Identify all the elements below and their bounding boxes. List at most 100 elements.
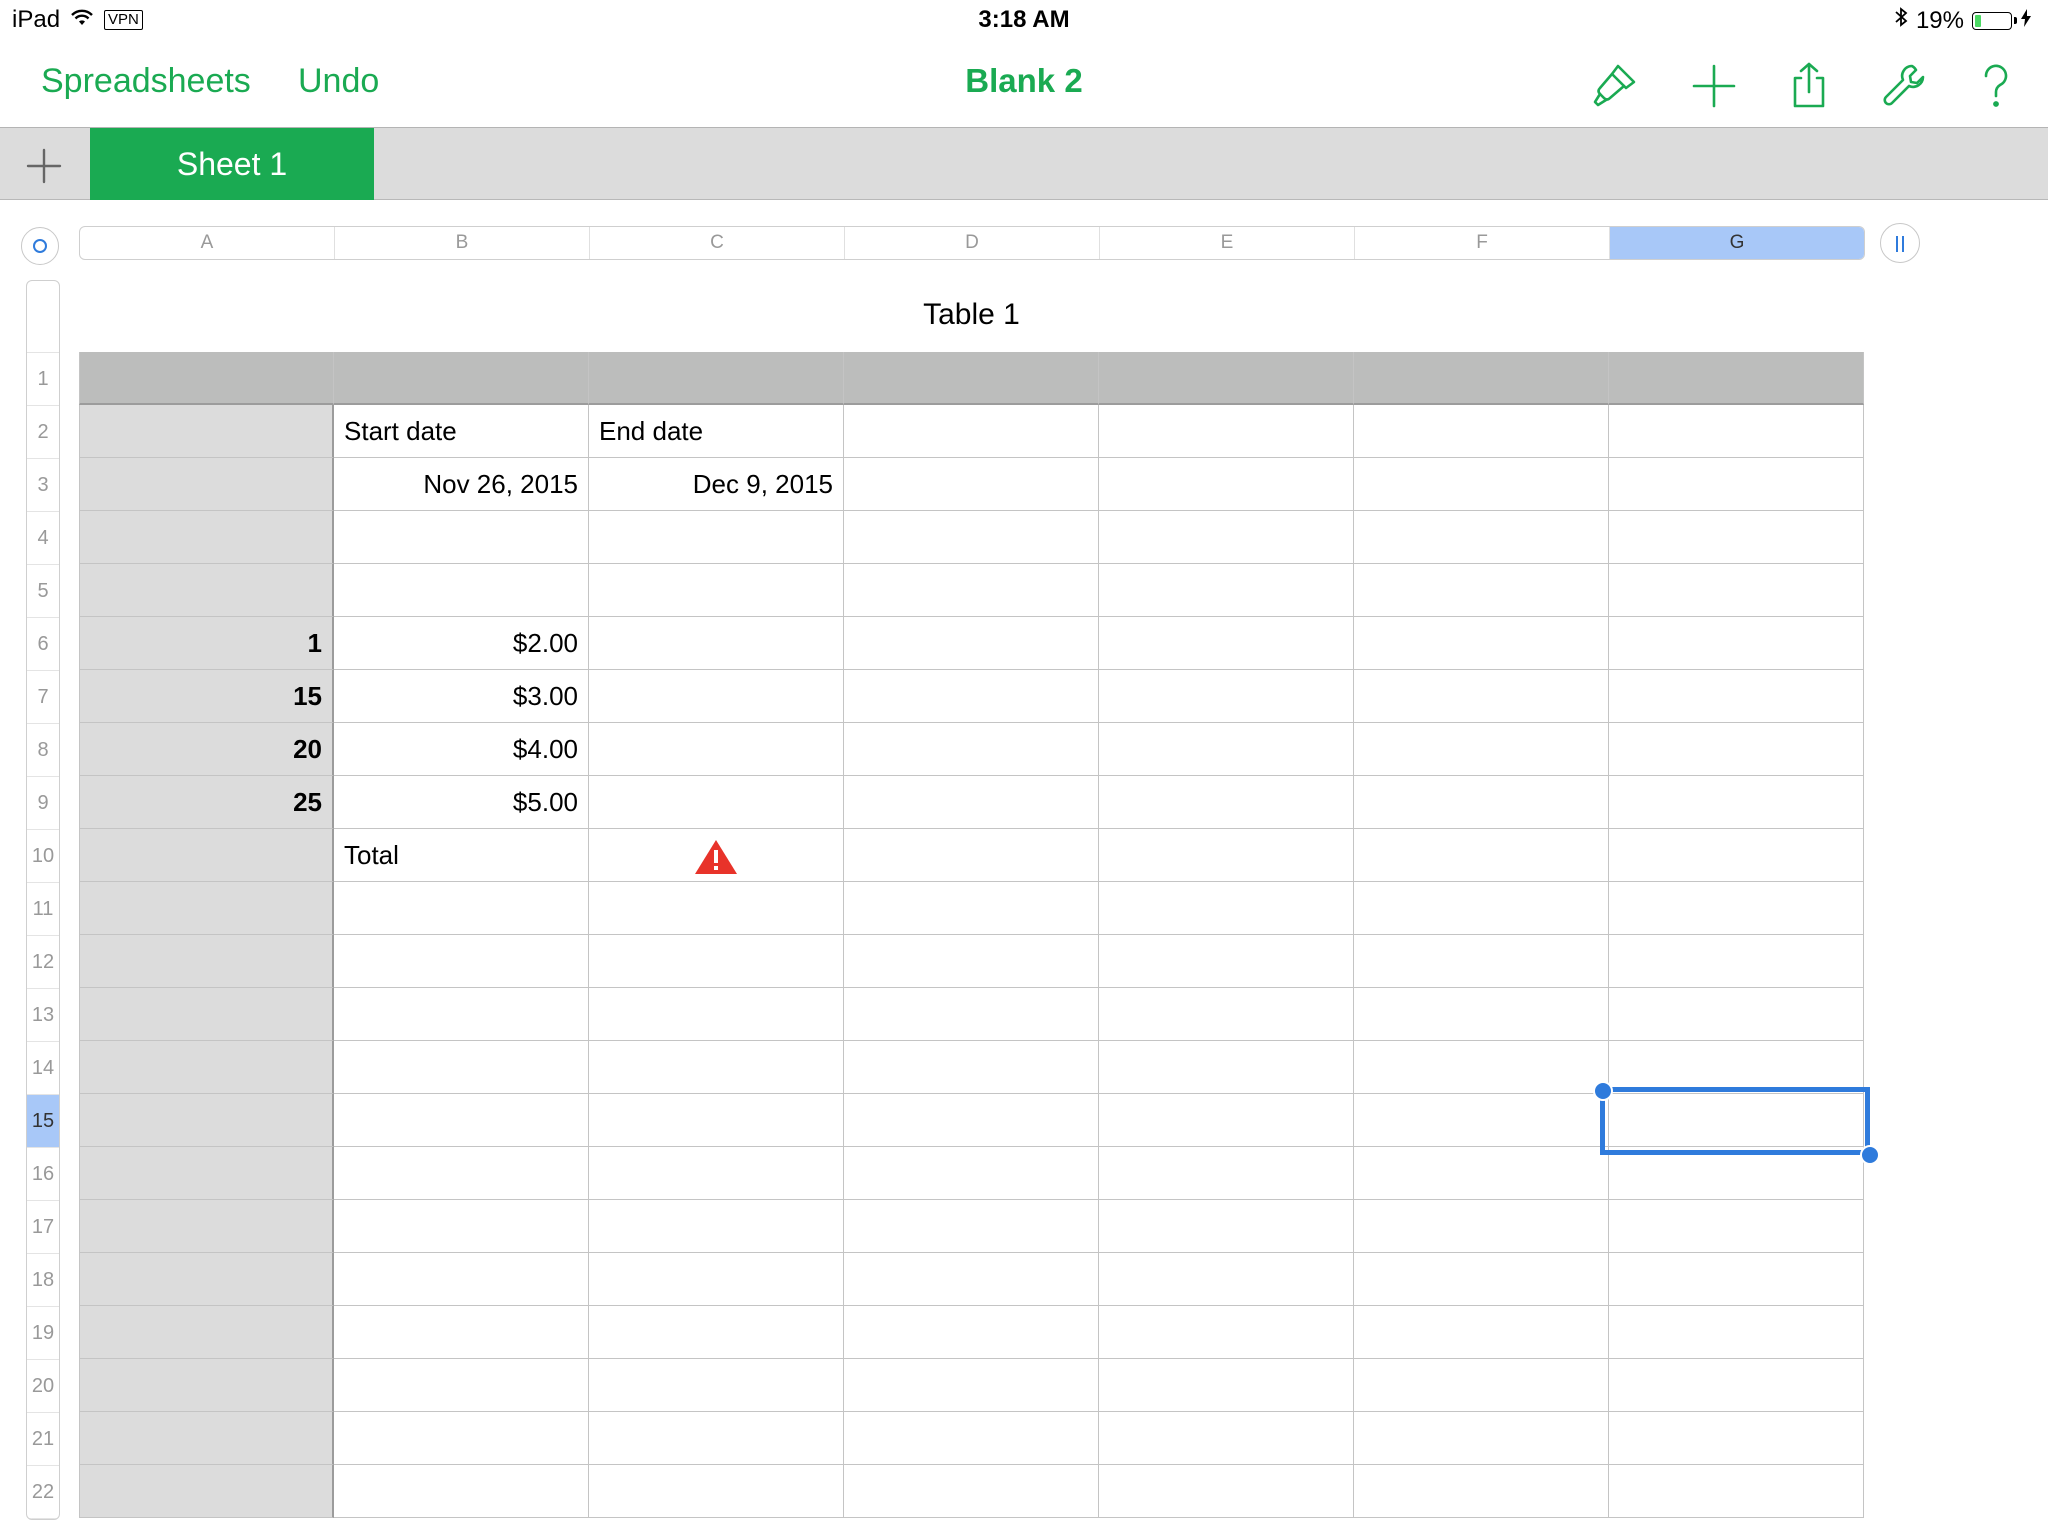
cell-e7[interactable] xyxy=(1099,670,1354,723)
row-header-22[interactable]: 22 xyxy=(27,1466,59,1519)
cell-d10[interactable] xyxy=(844,829,1099,882)
cell-d3[interactable] xyxy=(844,458,1099,511)
cell-g12[interactable] xyxy=(1609,935,1864,988)
cell-b15[interactable] xyxy=(334,1094,589,1147)
cell-c11[interactable] xyxy=(589,882,844,935)
cell-g7[interactable] xyxy=(1609,670,1864,723)
cell-f6[interactable] xyxy=(1354,617,1609,670)
cell-e20[interactable] xyxy=(1099,1359,1354,1412)
cell-c15[interactable] xyxy=(589,1094,844,1147)
cell-e19[interactable] xyxy=(1099,1306,1354,1359)
cell-f19[interactable] xyxy=(1354,1306,1609,1359)
cell-c22[interactable] xyxy=(589,1465,844,1518)
cell-c9[interactable] xyxy=(589,776,844,829)
cell-f5[interactable] xyxy=(1354,564,1609,617)
cell-c18[interactable] xyxy=(589,1253,844,1306)
cell-b10[interactable]: Total xyxy=(334,829,589,882)
cell-a16[interactable] xyxy=(79,1147,334,1200)
cell-g19[interactable] xyxy=(1609,1306,1864,1359)
cell-f11[interactable] xyxy=(1354,882,1609,935)
row-header-12[interactable]: 12 xyxy=(27,936,59,989)
row-header-7[interactable]: 7 xyxy=(27,671,59,724)
cell-d21[interactable] xyxy=(844,1412,1099,1465)
cell-e10[interactable] xyxy=(1099,829,1354,882)
cell-f10[interactable] xyxy=(1354,829,1609,882)
row-header-6[interactable]: 6 xyxy=(27,618,59,671)
cell-b6[interactable]: $2.00 xyxy=(334,617,589,670)
cell-f1[interactable] xyxy=(1354,352,1609,405)
cell-d6[interactable] xyxy=(844,617,1099,670)
cell-d12[interactable] xyxy=(844,935,1099,988)
cell-f18[interactable] xyxy=(1354,1253,1609,1306)
row-header-14[interactable]: 14 xyxy=(27,1042,59,1095)
cell-e3[interactable] xyxy=(1099,458,1354,511)
cell-b12[interactable] xyxy=(334,935,589,988)
cell-f21[interactable] xyxy=(1354,1412,1609,1465)
cell-e13[interactable] xyxy=(1099,988,1354,1041)
cell-c12[interactable] xyxy=(589,935,844,988)
column-resize-handle[interactable] xyxy=(1880,223,1920,263)
add-sheet-icon[interactable] xyxy=(22,144,66,188)
cell-a14[interactable] xyxy=(79,1041,334,1094)
cell-a2[interactable] xyxy=(79,405,334,458)
cell-c1[interactable] xyxy=(589,352,844,405)
cell-e6[interactable] xyxy=(1099,617,1354,670)
cell-g2[interactable] xyxy=(1609,405,1864,458)
cell-e16[interactable] xyxy=(1099,1147,1354,1200)
cell-g9[interactable] xyxy=(1609,776,1864,829)
cell-a12[interactable] xyxy=(79,935,334,988)
cell-e11[interactable] xyxy=(1099,882,1354,935)
cell-b4[interactable] xyxy=(334,511,589,564)
cell-d17[interactable] xyxy=(844,1200,1099,1253)
cell-g20[interactable] xyxy=(1609,1359,1864,1412)
paintbrush-icon[interactable] xyxy=(1588,60,1640,112)
cell-b11[interactable] xyxy=(334,882,589,935)
selection-handle-top-left[interactable] xyxy=(1593,1081,1613,1101)
selection-handle-bottom-right[interactable] xyxy=(1860,1145,1880,1165)
cell-c20[interactable] xyxy=(589,1359,844,1412)
cell-g11[interactable] xyxy=(1609,882,1864,935)
cell-e22[interactable] xyxy=(1099,1465,1354,1518)
cell-f9[interactable] xyxy=(1354,776,1609,829)
cell-g17[interactable] xyxy=(1609,1200,1864,1253)
cell-g22[interactable] xyxy=(1609,1465,1864,1518)
cell-g3[interactable] xyxy=(1609,458,1864,511)
row-header-13[interactable]: 13 xyxy=(27,989,59,1042)
cell-d9[interactable] xyxy=(844,776,1099,829)
column-header-d[interactable]: D xyxy=(845,227,1100,259)
cell-e1[interactable] xyxy=(1099,352,1354,405)
cell-f4[interactable] xyxy=(1354,511,1609,564)
cell-d19[interactable] xyxy=(844,1306,1099,1359)
cell-f2[interactable] xyxy=(1354,405,1609,458)
cell-d8[interactable] xyxy=(844,723,1099,776)
row-header-9[interactable]: 9 xyxy=(27,777,59,830)
cell-g10[interactable] xyxy=(1609,829,1864,882)
cell-b8[interactable]: $4.00 xyxy=(334,723,589,776)
plus-icon[interactable] xyxy=(1688,60,1740,112)
cell-b2[interactable]: Start date xyxy=(334,405,589,458)
tab-sheet-1[interactable]: Sheet 1 xyxy=(90,128,374,200)
cell-e5[interactable] xyxy=(1099,564,1354,617)
cell-b22[interactable] xyxy=(334,1465,589,1518)
row-header-5[interactable]: 5 xyxy=(27,565,59,618)
column-header-a[interactable]: A xyxy=(80,227,335,259)
cell-a8[interactable]: 20 xyxy=(79,723,334,776)
cell-a21[interactable] xyxy=(79,1412,334,1465)
cell-c7[interactable] xyxy=(589,670,844,723)
cell-g13[interactable] xyxy=(1609,988,1864,1041)
cell-a7[interactable]: 15 xyxy=(79,670,334,723)
row-header-1[interactable]: 1 xyxy=(27,353,59,406)
cell-g5[interactable] xyxy=(1609,564,1864,617)
cell-c16[interactable] xyxy=(589,1147,844,1200)
cell-d14[interactable] xyxy=(844,1041,1099,1094)
wrench-icon[interactable] xyxy=(1878,60,1930,112)
cell-d15[interactable] xyxy=(844,1094,1099,1147)
cell-a15[interactable] xyxy=(79,1094,334,1147)
row-header-2[interactable]: 2 xyxy=(27,406,59,459)
cell-b3[interactable]: Nov 26, 2015 xyxy=(334,458,589,511)
cell-f8[interactable] xyxy=(1354,723,1609,776)
cell-g6[interactable] xyxy=(1609,617,1864,670)
cell-a10[interactable] xyxy=(79,829,334,882)
column-header-f[interactable]: F xyxy=(1355,227,1610,259)
cell-d11[interactable] xyxy=(844,882,1099,935)
